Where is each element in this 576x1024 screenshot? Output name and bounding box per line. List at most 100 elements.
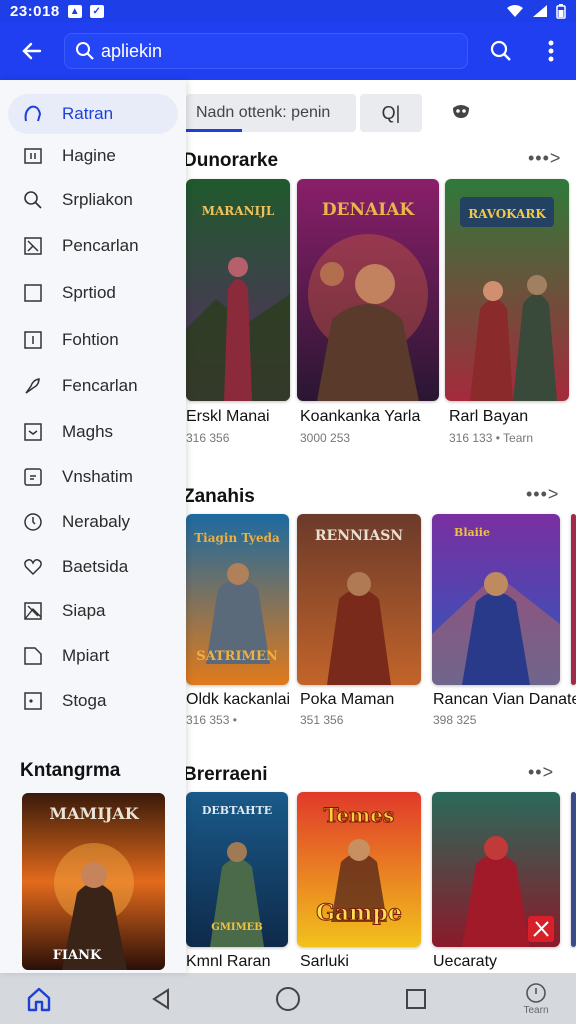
game-card[interactable]: Blaiie — [432, 514, 560, 685]
card-meta: 351 356 — [300, 713, 344, 727]
card-art-title: Blaiie — [454, 526, 490, 539]
drawer-item-label: Siapa — [62, 601, 106, 620]
card-meta: 316 353 • — [186, 713, 237, 727]
card-meta: 316 133 • Tearn — [449, 431, 534, 445]
drawer-cover-card[interactable]: MAMIJAK FIANK — [22, 793, 165, 970]
search-icon — [76, 42, 94, 60]
overflow-menu-button[interactable] — [526, 40, 576, 62]
drawer-item-5[interactable]: Fohtion — [8, 320, 178, 360]
drawer-item-label: Vnshatim — [62, 467, 133, 486]
drawer-item-label: Srpliakon — [62, 190, 133, 209]
card-art-title: DENAIAK — [322, 200, 416, 220]
home-nav-button[interactable] — [14, 973, 64, 1024]
game-card[interactable]: DENAIAK — [297, 179, 439, 401]
shelf-title: Brerraeni — [183, 764, 268, 785]
card-art-title: DEBTAHTE — [202, 804, 272, 817]
square-icon — [22, 282, 44, 304]
signal-icon — [533, 5, 547, 17]
more-vert-icon — [548, 40, 554, 62]
shelf-more-button[interactable]: •••> — [526, 484, 559, 505]
frame-icon — [22, 466, 44, 488]
drawer-section-title: Kntangrma — [20, 760, 121, 781]
drawer-item-label: Ratran — [62, 104, 114, 123]
tab-mask[interactable] — [450, 100, 472, 122]
check-notification-icon: ✓ — [89, 4, 104, 18]
profile-nav-button[interactable]: Tearn — [510, 973, 562, 1024]
card-title: Sarluki — [300, 953, 349, 970]
profile-nav-label: Tearn — [523, 1004, 549, 1016]
app-bar: apliekin — [0, 22, 576, 80]
drawer-item-12[interactable]: Mpiart — [8, 636, 178, 676]
search-query: apliekin — [101, 40, 163, 61]
game-card[interactable]: MARANIJL — [186, 179, 290, 401]
book-icon — [22, 145, 44, 167]
game-card-peek[interactable] — [571, 514, 576, 685]
grid-icon — [22, 235, 44, 257]
brush-icon — [22, 375, 44, 397]
drawer-item-1[interactable]: Hagine — [8, 136, 178, 176]
card-title: Koankanka Yarla — [300, 408, 421, 425]
tab-primary[interactable]: Nadn ottenk: penin — [186, 94, 356, 132]
home-circle-icon — [276, 986, 300, 1011]
drawer-item-label: Hagine — [62, 146, 116, 165]
card-title: Rarl Bayan — [449, 408, 529, 425]
drawer-item-11[interactable]: Siapa — [8, 591, 178, 631]
drawer-item-13[interactable]: Stoga — [8, 681, 178, 721]
game-card[interactable]: Tiagin Tyeda SATRIMEN — [186, 514, 289, 685]
drawer-item-2[interactable]: Srpliakon — [8, 180, 178, 220]
shelf-more-button[interactable]: ••> — [528, 762, 554, 783]
game-card[interactable] — [432, 792, 560, 947]
game-card[interactable]: Temes Gampe — [297, 792, 421, 947]
card-art-caption: GMIMEB — [211, 922, 262, 933]
drawer-item-label: Nerabaly — [62, 512, 131, 531]
drawer-item-3[interactable]: Pencarlan — [8, 226, 178, 266]
drawer-item-label: Maghs — [62, 422, 114, 441]
search-outline-icon — [22, 103, 44, 125]
card-title: Oldk kackanlai — [186, 691, 291, 708]
image-icon — [22, 600, 44, 622]
card-art-caption: SATRIMEN — [196, 649, 278, 664]
shelf-more-button[interactable]: •••> — [528, 148, 561, 169]
cover-art-title: MAMIJAK — [49, 804, 139, 823]
drawer-item-label: Mpiart — [62, 646, 110, 665]
home-circle-nav-button[interactable] — [263, 973, 313, 1024]
card-title: Uecaraty — [433, 953, 498, 970]
card-art-caption: Gampe — [316, 900, 402, 926]
card-art-title: MARANIJL — [202, 204, 275, 218]
back-arrow-icon — [22, 42, 42, 60]
notification-icon: ▲ — [67, 4, 82, 18]
drawer-item-label: Fencarlan — [62, 376, 138, 395]
back-button[interactable] — [0, 39, 64, 63]
card-meta: 398 325 — [433, 713, 477, 727]
recents-square-icon — [406, 988, 426, 1009]
status-bar: 23:018 ▲ ✓ — [0, 0, 576, 22]
search-input[interactable]: apliekin — [64, 33, 468, 69]
game-card[interactable]: RENNIASN — [297, 514, 421, 685]
search-button[interactable] — [476, 39, 526, 63]
back-nav-button[interactable] — [136, 973, 186, 1024]
recents-nav-button[interactable] — [391, 973, 441, 1024]
home-icon — [27, 987, 51, 1011]
card-meta: 3000 253 — [300, 431, 351, 445]
drawer-item-9[interactable]: Nerabaly — [8, 502, 178, 542]
storage-icon — [22, 690, 44, 712]
game-card-peek[interactable] — [571, 792, 576, 947]
system-navigation-bar: Tearn — [0, 973, 576, 1024]
cover-art-caption: FIANK — [53, 948, 102, 963]
drawer-item-10[interactable]: Baetsida — [8, 547, 178, 587]
drawer-item-label: Stoga — [62, 691, 107, 710]
drawer-item-8[interactable]: Vnshatim — [8, 457, 178, 497]
drawer-item-0[interactable]: Ratran — [8, 94, 178, 134]
card-meta: 316 356 — [186, 431, 230, 445]
drawer-item-4[interactable]: Sprtiod — [8, 273, 178, 313]
drawer-item-7[interactable]: Maghs — [8, 412, 178, 452]
card-art-title: RENNIASN — [315, 528, 403, 544]
card-art-title: Temes — [324, 803, 394, 827]
game-card[interactable]: RAVOKARK — [445, 179, 569, 401]
mask-icon — [453, 105, 469, 118]
game-card[interactable]: DEBTAHTE GMIMEB — [186, 792, 288, 947]
drawer-item-6[interactable]: Fencarlan — [8, 366, 178, 406]
tab-search[interactable]: Q| — [360, 94, 422, 132]
clock-icon — [22, 511, 44, 533]
drawer-item-label: Pencarlan — [62, 236, 139, 255]
